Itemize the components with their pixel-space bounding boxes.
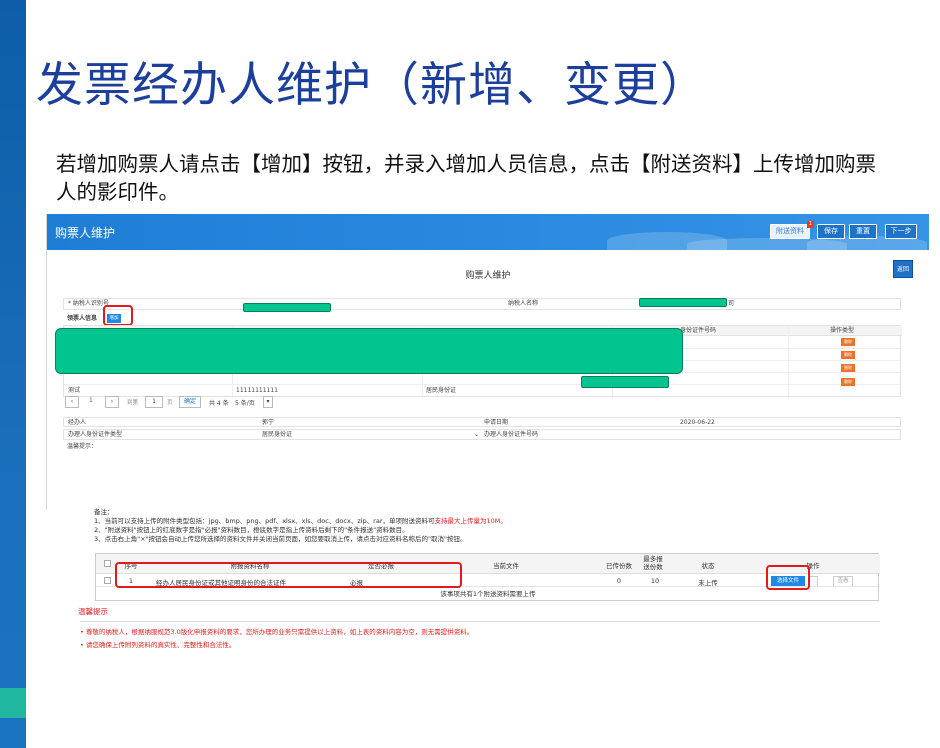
- page-size-select[interactable]: 5 条/页: [235, 398, 255, 407]
- warm-tip-1-text: 尊敬的纳税人，根据纳服规范3.0版化申报资料的要求，您所办理的业务只需提供以上资…: [85, 628, 474, 636]
- slide-title: 发票经办人维护（新增、变更）: [36, 58, 708, 113]
- warm-tip-1: • 尊敬的纳税人，根据纳服规范3.0版化申报资料的要求，您所办理的业务只需提供以…: [80, 628, 474, 636]
- page-unit: 页: [167, 400, 173, 406]
- buyer-id-type-cell: 居民身份证: [426, 387, 457, 394]
- row-divider: [64, 384, 902, 385]
- select-file-highlight: [766, 565, 810, 590]
- apply-date-value: 2020-06-22: [680, 419, 715, 426]
- warm-tips-title: 温馨提示: [78, 607, 108, 616]
- delete-button[interactable]: 删除: [841, 338, 855, 346]
- row-checkbox[interactable]: [104, 577, 111, 584]
- total-count: 共 4 条: [209, 400, 229, 407]
- prev-page-button[interactable]: ‹: [65, 396, 79, 408]
- redacted-taxpayer-name: [639, 298, 727, 307]
- col-id-number: 身份证件号码: [680, 327, 717, 334]
- page-input[interactable]: 1: [145, 396, 163, 408]
- slide-description: 若增加购票人请点击【增加】按钮，并录入增加人员信息，点击【附送资料】上传增加购票…: [56, 152, 876, 204]
- add-button-highlight: [103, 305, 133, 326]
- tips-label: 温馨提示：: [67, 443, 98, 450]
- apply-date-label: 申请日期: [484, 419, 509, 426]
- col-uploaded: 已传份数: [606, 562, 632, 570]
- taxpayer-name-suffix: 司: [728, 300, 735, 307]
- form-title: 购票人维护: [465, 271, 511, 281]
- chevron-down-icon[interactable]: ⌄: [474, 430, 479, 440]
- redacted-taxpayer-id: [243, 303, 331, 312]
- note-line-3: 3、点击右上角"×"按钮会自动上传您所选择的资料文件并关闭当前页面，如您要取消上…: [94, 535, 467, 543]
- note-line-1: 1、当前可以支持上传的附件类型包括：jpg、bmp、png、pdf、xlsx、x…: [94, 517, 507, 526]
- doc-row-highlight: [115, 562, 462, 588]
- attach-docs-button[interactable]: 附送资料: [770, 224, 810, 239]
- row-max: 10: [650, 577, 660, 585]
- note-line-1-text: 1、当前可以支持上传的附件类型包括：jpg、bmp、png、pdf、xlsx、x…: [94, 517, 435, 525]
- divider: [80, 621, 880, 622]
- buyer-info-row: 领票人信息: [63, 312, 901, 326]
- agent-label: 经办人: [68, 419, 87, 426]
- agent-id-row: 办理人身份证件类型 居民身份证 ⌄ 办理人身份证件号码: [63, 429, 901, 440]
- teal-marker: [0, 688, 26, 718]
- app-title: 购票人维护: [55, 226, 116, 240]
- taxpayer-row: * 纳税人识别号 纳税人名称 司: [63, 298, 901, 310]
- redacted-id-number: [581, 376, 669, 388]
- required-count-badge: 1: [807, 221, 814, 228]
- delete-button[interactable]: 删除: [841, 378, 855, 386]
- app-header: 购票人维护 附送资料 1 保存 重置 下一步: [47, 214, 929, 250]
- col-operation: 操作类型: [830, 327, 855, 334]
- tips-row: 温馨提示：: [63, 442, 901, 454]
- left-accent-bar: [0, 0, 26, 748]
- attachments-summary: 该事项共有1个附送资料需要上传: [96, 586, 880, 602]
- buyer-info-label: 领票人信息: [67, 315, 98, 322]
- warm-tip-2-text: 请您确保上传附列资料的真实性、完整性和合法性。: [85, 641, 236, 649]
- col-status: 状态: [701, 562, 715, 570]
- reset-button[interactable]: 重置: [849, 224, 877, 239]
- id-type-label: 办理人身份证件类型: [68, 431, 123, 438]
- notes-title: 备注：: [94, 508, 114, 516]
- taxpayer-name-label: 纳税人名称: [508, 300, 539, 307]
- delete-button[interactable]: 删除: [841, 364, 855, 372]
- chevron-down-icon[interactable]: ▾: [263, 396, 273, 408]
- goto-label: 到第: [127, 400, 139, 406]
- buyer-phone-cell: 11111111111: [236, 387, 278, 394]
- goto-confirm-button[interactable]: 确定: [179, 396, 201, 408]
- select-all-checkbox[interactable]: [104, 560, 111, 567]
- id-number-label: 办理人身份证件号码: [484, 431, 539, 438]
- note-size-limit: 支持最大上传量为10M。: [434, 517, 507, 525]
- next-step-button[interactable]: 下一步: [885, 224, 917, 239]
- slide: 发票经办人维护（新增、变更） 若增加购票人请点击【增加】按钮，并录入增加人员信息…: [0, 0, 940, 748]
- warm-tip-2: • 请您确保上传附列资料的真实性、完整性和合法性。: [80, 641, 236, 649]
- current-page[interactable]: 1: [89, 397, 93, 404]
- row-uploaded: 0: [616, 577, 622, 585]
- agent-row: 经办人 郭宁 申请日期 2020-06-22: [63, 417, 901, 427]
- col-max: 最多报送份数: [643, 555, 663, 571]
- buyer-name-cell: 测试: [68, 387, 81, 394]
- id-type-select[interactable]: 居民身份证: [262, 430, 292, 440]
- col-divider: [788, 326, 789, 398]
- next-page-button[interactable]: ›: [105, 396, 119, 408]
- agent-value: 郭宁: [262, 419, 275, 426]
- note-line-2: 2、"附送资料"按钮上的红底数字是指"必报"资料数目，橙底数字是指上传资料后剩下…: [94, 526, 409, 534]
- delete-button[interactable]: 删除: [841, 351, 855, 359]
- save-button[interactable]: 保存: [817, 224, 845, 239]
- back-button[interactable]: 返回: [893, 260, 913, 278]
